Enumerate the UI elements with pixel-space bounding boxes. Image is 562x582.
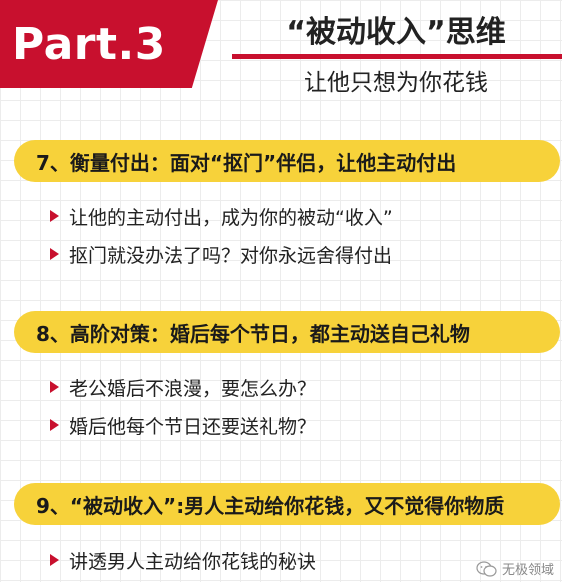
triangle-bullet-icon	[50, 210, 59, 222]
part-banner: Part.3	[0, 0, 218, 88]
wechat-icon	[476, 560, 497, 577]
triangle-bullet-icon	[50, 248, 59, 260]
list-item-label: 抠门就没办法了吗？对你永远舍得付出	[69, 244, 393, 267]
list-item: 婚后他每个节日还要送礼物？	[50, 408, 316, 442]
watermark: 无极领域	[476, 559, 554, 578]
list-item: 讲透男人主动给你花钱的秘诀	[50, 543, 316, 577]
list-item-label: 让他的主动付出，成为你的被动“收入”	[69, 206, 393, 229]
triangle-bullet-icon	[50, 419, 59, 431]
list-item-label: 老公婚后不浪漫，要怎么办？	[69, 377, 317, 400]
triangle-bullet-icon	[50, 554, 59, 566]
page-title: “被动收入”思维	[286, 15, 506, 50]
part-label: Part.3	[12, 18, 166, 70]
list-item-label: 婚后他每个节日还要送礼物？	[69, 415, 317, 438]
watermark-text: 无极领域	[501, 563, 554, 578]
section-title-7: 7、衡量付出：面对“抠门”伴侣，让他主动付出	[14, 140, 560, 182]
title-divider	[232, 54, 562, 59]
section-title-8: 8、高阶对策：婚后每个节日，都主动送自己礼物	[14, 311, 560, 353]
list-item: 让他的主动付出，成为你的被动“收入”	[50, 199, 393, 233]
section-title-9: 9、“被动收入”:男人主动给你花钱，又不觉得你物质	[14, 483, 560, 525]
list-item: 抠门就没办法了吗？对你永远舍得付出	[50, 237, 392, 271]
header: Part.3 “被动收入”思维 让他只想为你花钱	[0, 0, 562, 108]
list-item: 老公婚后不浪漫，要怎么办？	[50, 370, 316, 404]
triangle-bullet-icon	[50, 381, 59, 393]
list-item-label: 讲透男人主动给你花钱的秘诀	[69, 550, 317, 573]
page-subtitle: 让他只想为你花钱	[304, 70, 488, 96]
